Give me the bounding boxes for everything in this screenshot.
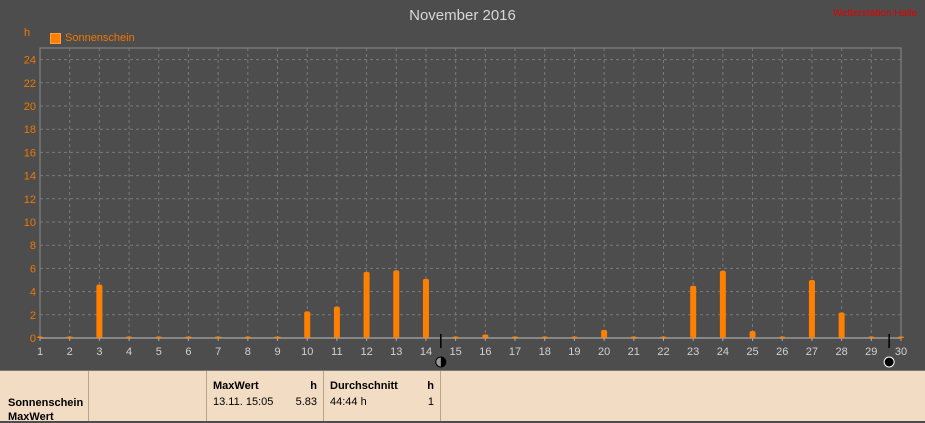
bar bbox=[274, 336, 281, 338]
bar bbox=[333, 306, 340, 338]
avg-unit: h bbox=[427, 380, 434, 392]
bar bbox=[304, 311, 311, 338]
plot-frame bbox=[39, 47, 902, 339]
avg-cell: Durchschnitt h 44:44 h 1 bbox=[324, 371, 441, 421]
bar bbox=[155, 336, 162, 338]
row-label-sunshine: Sonnenschein bbox=[8, 397, 84, 409]
y-tick-label: 4 bbox=[30, 287, 36, 299]
bar bbox=[96, 284, 103, 338]
bar bbox=[244, 336, 251, 338]
x-tick-label: 16 bbox=[479, 346, 491, 358]
bar bbox=[838, 312, 845, 338]
bar bbox=[363, 271, 370, 338]
bar bbox=[422, 278, 429, 338]
x-tick-label: 17 bbox=[509, 346, 521, 358]
max-unit: h bbox=[310, 380, 317, 392]
y-tick-label: 16 bbox=[24, 147, 36, 159]
x-tick-label: 21 bbox=[628, 346, 640, 358]
x-tick-label: 12 bbox=[360, 346, 372, 358]
x-tick-label: 15 bbox=[450, 346, 462, 358]
bar bbox=[185, 336, 192, 338]
y-tick-label: 0 bbox=[30, 333, 36, 345]
x-tick-label: 1 bbox=[37, 346, 43, 358]
bar bbox=[126, 336, 133, 338]
y-tick-label: 10 bbox=[24, 217, 36, 229]
y-tick-label: 18 bbox=[24, 124, 36, 136]
bar bbox=[482, 334, 489, 338]
sunshine-chart: 0246810121416182022241 2 3 4 5 6 7 8 9 10 11 12 13 14… bbox=[24, 47, 907, 368]
moon-phase-half-shade bbox=[440, 357, 446, 367]
bar bbox=[571, 336, 578, 338]
x-tick-label: 22 bbox=[657, 346, 669, 358]
max-header: MaxWert bbox=[213, 380, 259, 392]
max-cell: MaxWert h 13.11. 15:05 5.83 bbox=[207, 371, 324, 421]
bar bbox=[393, 270, 400, 338]
bar bbox=[719, 270, 726, 338]
y-tick-label: 8 bbox=[30, 240, 36, 252]
bar bbox=[690, 285, 697, 338]
x-tick-label: 26 bbox=[776, 346, 788, 358]
y-tick-label: 24 bbox=[24, 55, 36, 67]
x-tick-label: 29 bbox=[865, 346, 877, 358]
y-tick-label: 12 bbox=[24, 194, 36, 206]
legend-swatch bbox=[50, 32, 61, 44]
x-tick-label: 20 bbox=[598, 346, 610, 358]
x-tick-label: 27 bbox=[806, 346, 818, 358]
row-label-maxwert: MaxWert bbox=[8, 411, 54, 423]
x-tick-label: 6 bbox=[185, 346, 191, 358]
row-label-cell: Sonnenschein MaxWert bbox=[0, 371, 89, 423]
y-axis-unit: h bbox=[24, 27, 31, 39]
x-tick-label: 18 bbox=[539, 346, 551, 358]
legend-label: Sonnenschein bbox=[65, 32, 135, 44]
x-tick-label: 24 bbox=[717, 346, 729, 358]
x-tick-label: 25 bbox=[746, 346, 758, 358]
bar bbox=[452, 336, 459, 338]
avg-value: 44:44 h bbox=[330, 396, 367, 408]
bar bbox=[898, 336, 904, 338]
y-tick-label: 20 bbox=[24, 101, 36, 113]
legend: Sonnenschein bbox=[50, 32, 135, 44]
bar bbox=[512, 336, 519, 338]
max-value: 5.83 bbox=[295, 396, 317, 408]
bar bbox=[630, 336, 637, 338]
y-tick-label: 14 bbox=[24, 171, 36, 183]
bar bbox=[66, 336, 73, 338]
x-tick-label: 11 bbox=[331, 346, 342, 358]
bar bbox=[601, 329, 608, 338]
bar bbox=[541, 336, 548, 338]
bar bbox=[749, 331, 756, 338]
x-tick-label: 23 bbox=[687, 346, 699, 358]
x-tick-label: 7 bbox=[215, 346, 221, 358]
bar bbox=[868, 336, 875, 338]
x-tick-label: 28 bbox=[835, 346, 847, 358]
bar bbox=[37, 336, 43, 338]
x-tick-label: 19 bbox=[568, 346, 580, 358]
bar bbox=[808, 280, 815, 338]
x-tick-label: 13 bbox=[390, 346, 402, 358]
chart-title: November 2016 bbox=[409, 7, 516, 24]
station-link[interactable]: Wetterstation Halle bbox=[833, 8, 917, 19]
x-tick-label: 30 bbox=[895, 346, 907, 358]
bar bbox=[215, 336, 222, 338]
x-tick-label: 5 bbox=[156, 346, 162, 358]
moon-phase-new-icon bbox=[883, 356, 895, 368]
bar bbox=[779, 336, 786, 338]
y-tick-label: 2 bbox=[30, 310, 36, 322]
x-tick-label: 14 bbox=[420, 346, 432, 358]
max-date: 13.11. 15:05 bbox=[213, 396, 274, 408]
x-tick-label: 8 bbox=[245, 346, 251, 358]
x-tick-label: 2 bbox=[67, 346, 73, 358]
bar bbox=[660, 336, 667, 338]
x-tick-label: 10 bbox=[301, 346, 313, 358]
x-tick-label: 4 bbox=[126, 346, 132, 358]
x-tick-label: 9 bbox=[274, 346, 280, 358]
summary-table: Sonnenschein MaxWert MaxWert h 13.11. 15… bbox=[0, 370, 925, 423]
avg-header: Durchschnitt bbox=[330, 380, 398, 392]
y-tick-label: 6 bbox=[30, 263, 36, 275]
empty-cell bbox=[89, 371, 207, 421]
x-tick-label: 3 bbox=[96, 346, 102, 358]
y-tick-label: 22 bbox=[24, 78, 36, 90]
avg-count: 1 bbox=[427, 396, 434, 408]
